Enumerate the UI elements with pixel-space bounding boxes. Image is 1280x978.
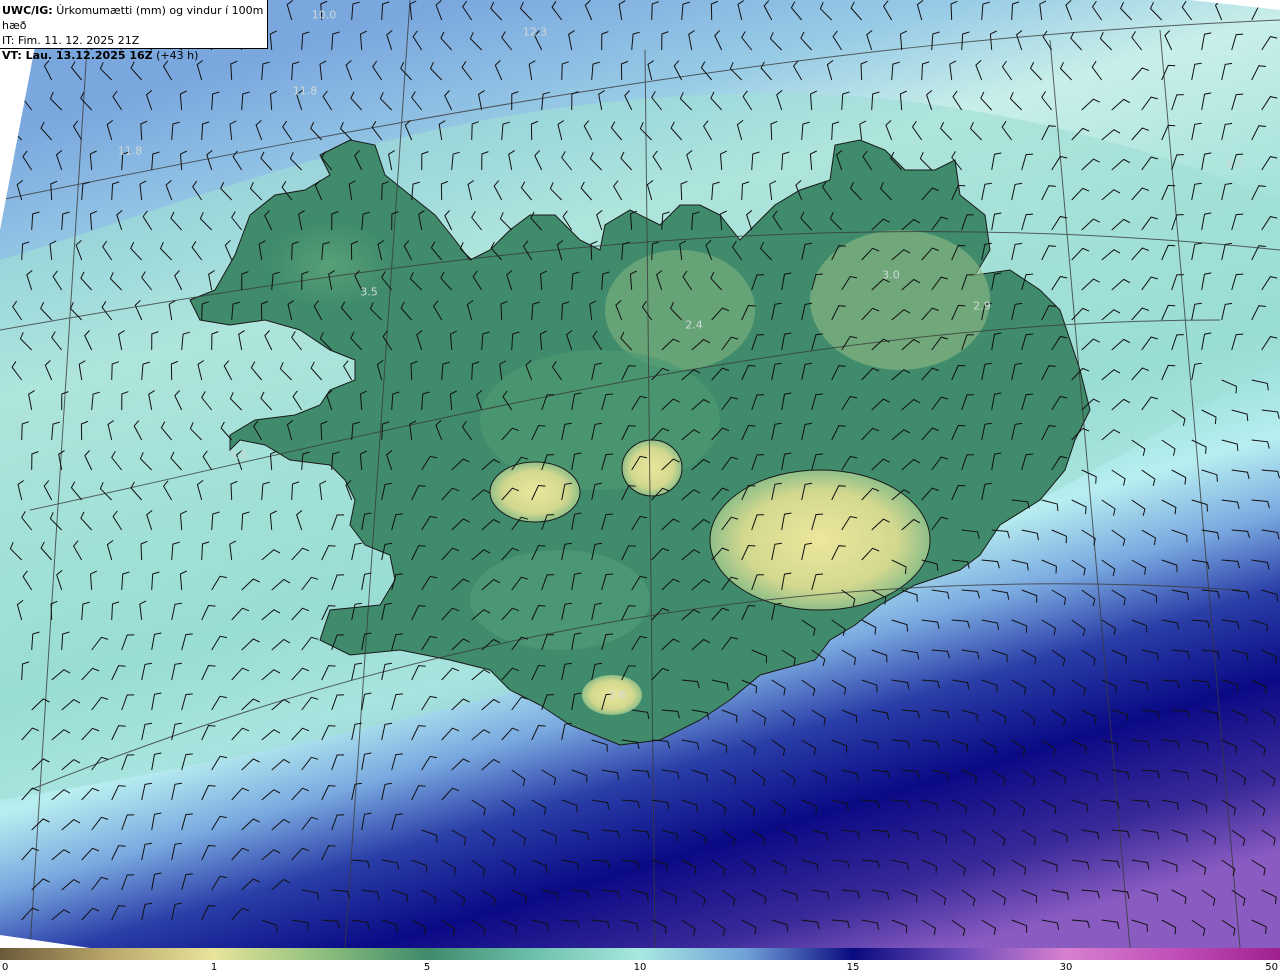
value-label: 2.9 xyxy=(973,299,991,313)
value-label: 3.5 xyxy=(360,285,378,299)
map-header: UWC/IG: Úrkomumætti (mm) og vindur í 100… xyxy=(0,0,268,62)
model-name: UWC/IG: xyxy=(2,4,53,17)
value-label: 6.5 xyxy=(1226,157,1244,171)
colorbar-segment xyxy=(214,948,427,960)
colorbar-tick: 1 xyxy=(210,962,218,973)
value-label: 11.8 xyxy=(117,144,143,158)
colorbar-tick: 5 xyxy=(423,962,431,973)
valid-time-line: VT: Lau. 13.12.2025 16Z (+43 h) xyxy=(2,48,267,63)
colorbar-tick: 0 xyxy=(2,962,9,973)
header-line-title: UWC/IG: Úrkomumætti (mm) og vindur í 100… xyxy=(2,3,267,33)
forecast-hour: (+43 h) xyxy=(156,49,199,62)
init-time: IT: Fim. 11. 12. 2025 21Z xyxy=(2,34,140,47)
value-label: 3.8 xyxy=(229,448,247,462)
colorbar-tick: 15 xyxy=(846,962,860,973)
value-label: 2.4 xyxy=(685,318,703,332)
precipitation-map xyxy=(0,0,1280,948)
colorbar-segment xyxy=(1066,948,1280,960)
value-label: 12.3 xyxy=(522,25,548,39)
valid-time: VT: Lau. 13.12.2025 16Z xyxy=(2,49,153,62)
colorbar-ticks: 0 1 5 10 15 30 50 xyxy=(0,962,1280,978)
value-label: 11.8 xyxy=(292,84,318,98)
colorbar-segment xyxy=(427,948,640,960)
value-label: 3.0 xyxy=(882,268,900,282)
colorbar-segment xyxy=(0,948,214,960)
colorbar-tick: 50 xyxy=(1265,962,1278,973)
colorbar-tick: 10 xyxy=(633,962,647,973)
colorbar-segment xyxy=(853,948,1066,960)
value-label: 3.6 xyxy=(608,688,626,702)
colorbar xyxy=(0,948,1280,960)
colorbar-segment xyxy=(640,948,853,960)
value-label: 10.0 xyxy=(311,8,337,22)
colorbar-tick: 30 xyxy=(1059,962,1073,973)
hofsjokull-glacier xyxy=(621,439,683,497)
